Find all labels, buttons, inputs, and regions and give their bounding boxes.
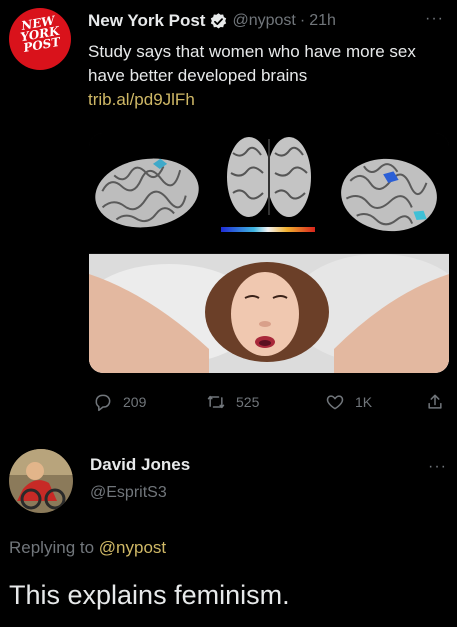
reply-count: 209: [123, 394, 147, 410]
retweet-count: 525: [236, 394, 260, 410]
color-scale-bar: [221, 227, 315, 232]
replying-to-label: Replying to: [9, 538, 95, 557]
nypost-logo: NEW YORK POST: [19, 13, 62, 55]
more-icon[interactable]: ···: [425, 10, 444, 28]
david-jones-avatar[interactable]: [9, 449, 73, 513]
like-count: 1K: [355, 394, 373, 410]
woman-photo: [89, 254, 449, 373]
reply-icon: [95, 394, 111, 412]
like-action[interactable]: 1K: [325, 392, 372, 412]
reply-text: This explains feminism.: [9, 580, 290, 610]
nypost-avatar[interactable]: NEW YORK POST: [9, 8, 71, 70]
more-icon[interactable]: ···: [428, 458, 447, 476]
tweet-link[interactable]: trib.al/pd9JlFh: [88, 90, 195, 110]
tweet-time[interactable]: 21h: [309, 12, 336, 30]
heart-icon: [326, 395, 344, 410]
share-icon: [428, 394, 442, 409]
reply-action[interactable]: 209: [93, 392, 146, 412]
retweet-action[interactable]: 525: [206, 392, 259, 412]
replying-to-mention[interactable]: @nypost: [99, 538, 166, 557]
author-handle[interactable]: @nypost: [232, 12, 295, 30]
reply-author-handle[interactable]: @EspritS3: [90, 484, 167, 502]
tweet-text: Study says that women who have more sex …: [88, 42, 416, 85]
reply-author-name[interactable]: David Jones: [90, 455, 190, 475]
tweet-media[interactable]: [89, 133, 449, 373]
share-action[interactable]: [425, 392, 455, 412]
retweet-icon: [207, 395, 225, 409]
author-name[interactable]: New York Post: [88, 11, 205, 31]
tweet-header: New York Post @nypost · 21h: [88, 9, 336, 33]
verified-badge-icon: [211, 12, 227, 29]
replying-to-line: Replying to @nypost: [9, 538, 166, 558]
brain-scan-image: [89, 133, 449, 253]
separator-dot: ·: [299, 12, 306, 29]
